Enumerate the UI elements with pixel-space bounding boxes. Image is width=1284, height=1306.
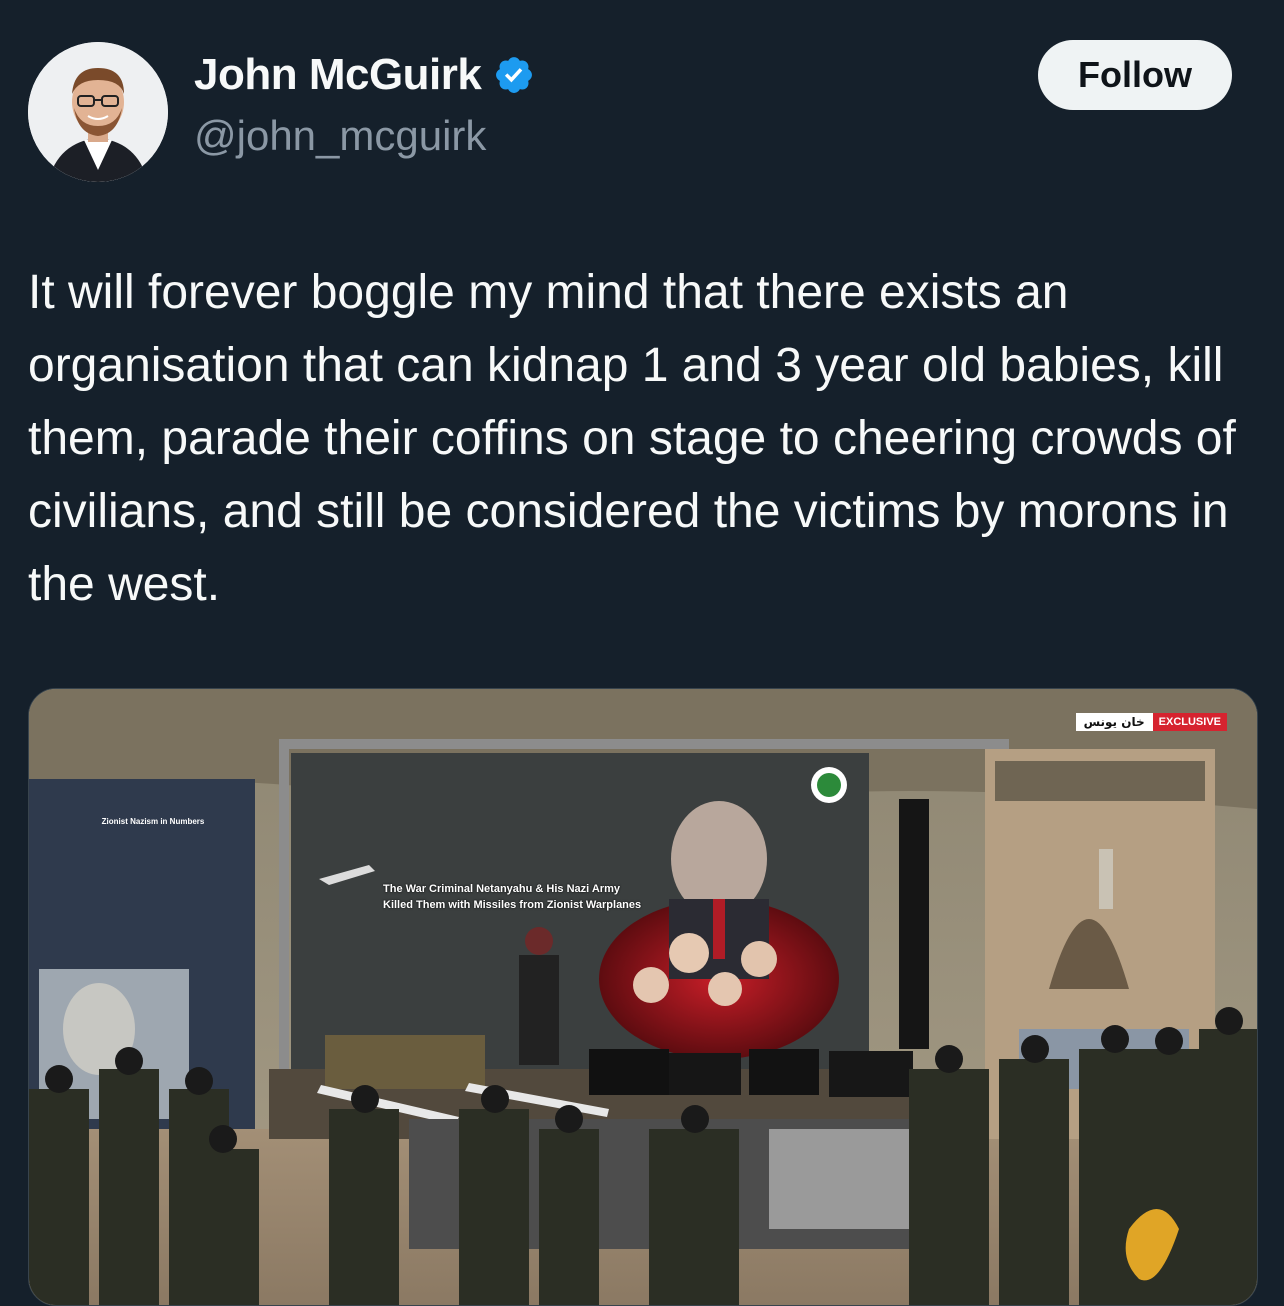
banner-english-caption: The War Criminal Netanyahu & His Nazi Ar… xyxy=(383,883,642,911)
avatar[interactable] xyxy=(28,42,168,182)
avatar-image xyxy=(28,42,168,182)
author-display-name[interactable]: John McGuirk xyxy=(194,50,482,100)
location-tag-text: خان يونس xyxy=(1075,713,1153,731)
media-location-tag: خان يونس EXCLUSIVE xyxy=(1075,713,1227,731)
exclusive-tag-text: EXCLUSIVE xyxy=(1152,713,1227,731)
author-handle[interactable]: @john_mcguirk xyxy=(194,112,486,160)
left-panel-title: Zionist Nazism in Numbers xyxy=(101,817,205,826)
author-name-row: John McGuirk xyxy=(194,50,535,100)
media-scene xyxy=(29,689,1257,1305)
verified-badge-icon xyxy=(496,57,533,93)
follow-button[interactable]: Follow xyxy=(1038,40,1232,110)
tweet-media-image[interactable]: خان يونس EXCLUSIVE The War Criminal Neta… xyxy=(28,688,1258,1306)
tweet-text: It will forever boggle my mind that ther… xyxy=(28,266,1236,611)
tweet-card: John McGuirk @john_mcguirk Follow It wil… xyxy=(0,0,1284,1306)
